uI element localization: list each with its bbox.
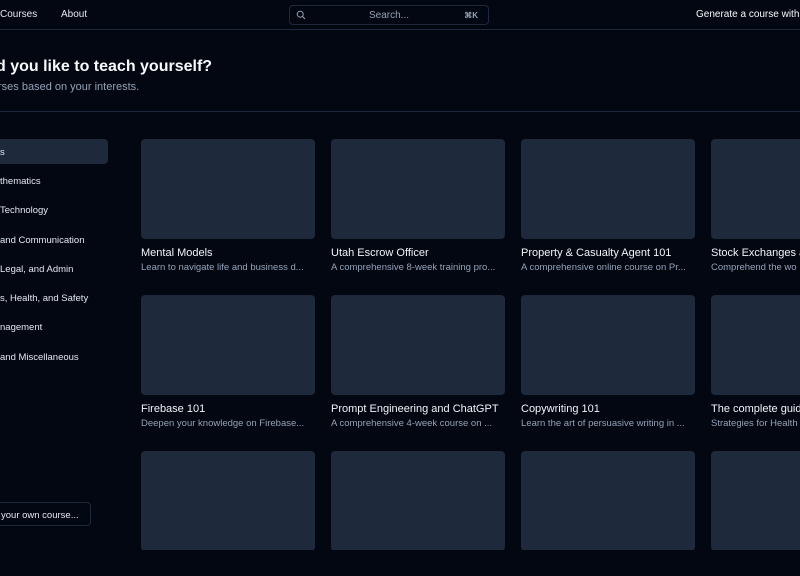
course-card[interactable]: The complete guid Strategies for Health	[711, 295, 800, 429]
top-navbar: Courses About Search... ⌘K Generate a co…	[0, 0, 800, 30]
generate-course-button[interactable]: Generate a course with	[696, 9, 799, 20]
course-thumbnail	[521, 295, 695, 395]
divider	[0, 111, 800, 112]
nav-courses-link[interactable]: Courses	[0, 9, 37, 20]
course-card[interactable]: Property & Casualty Agent 101 A comprehe…	[521, 139, 695, 273]
nav-about-link[interactable]: About	[61, 9, 87, 20]
course-thumbnail	[521, 139, 695, 239]
course-description: Learn the art of persuasive writing in .…	[521, 418, 685, 429]
course-card[interactable]: Mental Models Learn to navigate life and…	[141, 139, 315, 273]
page-title: d you like to teach yourself?	[0, 58, 213, 75]
course-thumbnail	[141, 139, 315, 239]
course-thumbnail	[521, 451, 695, 550]
course-card[interactable]	[141, 451, 315, 550]
category-item-technology[interactable]: Technology	[0, 205, 48, 216]
course-description: Strategies for Health	[711, 418, 798, 429]
course-thumbnail	[711, 295, 800, 395]
course-thumbnail	[711, 451, 800, 550]
category-item-legal-admin[interactable]: Legal, and Admin	[0, 264, 73, 275]
category-item-all[interactable]: s	[0, 147, 5, 158]
page-subtitle: rses based on your interests.	[0, 81, 140, 93]
create-own-course-label: your own course...	[1, 510, 79, 521]
course-title: Prompt Engineering and ChatGPT	[331, 403, 499, 415]
course-card[interactable]	[521, 451, 695, 550]
course-thumbnail	[711, 139, 800, 239]
course-card[interactable]	[331, 451, 505, 550]
course-thumbnail	[331, 295, 505, 395]
course-title: Copywriting 101	[521, 403, 600, 415]
course-card[interactable]: Utah Escrow Officer A comprehensive 8-we…	[331, 139, 505, 273]
category-item-health-safety[interactable]: s, Health, and Safety	[0, 293, 88, 304]
course-description: A comprehensive online course on Pr...	[521, 262, 686, 273]
course-description: Comprehend the wo	[711, 262, 797, 273]
category-item-miscellaneous[interactable]: and Miscellaneous	[0, 352, 79, 363]
course-card[interactable]: Firebase 101 Deepen your knowledge on Fi…	[141, 295, 315, 429]
course-title: The complete guid	[711, 403, 800, 415]
category-item-communication[interactable]: and Communication	[0, 235, 85, 246]
course-description: A comprehensive 4-week course on ...	[331, 418, 493, 429]
category-item-mathematics[interactable]: thematics	[0, 176, 41, 187]
search-input[interactable]: Search... ⌘K	[289, 5, 489, 25]
course-title: Firebase 101	[141, 403, 206, 415]
course-title: Utah Escrow Officer	[331, 247, 429, 259]
search-placeholder: Search...	[368, 10, 410, 21]
course-description: A comprehensive 8-week training pro...	[331, 262, 496, 273]
course-title: Mental Models	[141, 247, 213, 259]
course-thumbnail	[331, 451, 505, 550]
category-selected-bg[interactable]	[0, 139, 108, 164]
create-own-course-button[interactable]: your own course...	[0, 502, 91, 526]
category-item-management[interactable]: nagement	[0, 322, 42, 333]
course-card[interactable]: Prompt Engineering and ChatGPT A compreh…	[331, 295, 505, 429]
course-description: Learn to navigate life and business d...	[141, 262, 304, 273]
course-card[interactable]: Copywriting 101 Learn the art of persuas…	[521, 295, 695, 429]
course-card[interactable]	[711, 451, 800, 550]
course-thumbnail	[331, 139, 505, 239]
course-thumbnail	[141, 295, 315, 395]
course-title: Stock Exchanges a	[711, 247, 800, 259]
course-description: Deepen your knowledge on Firebase...	[141, 418, 305, 429]
course-card[interactable]: Stock Exchanges a Comprehend the wo	[711, 139, 800, 273]
course-thumbnail	[141, 451, 315, 550]
course-title: Property & Casualty Agent 101	[521, 247, 672, 259]
search-shortcut: ⌘K	[464, 11, 478, 20]
